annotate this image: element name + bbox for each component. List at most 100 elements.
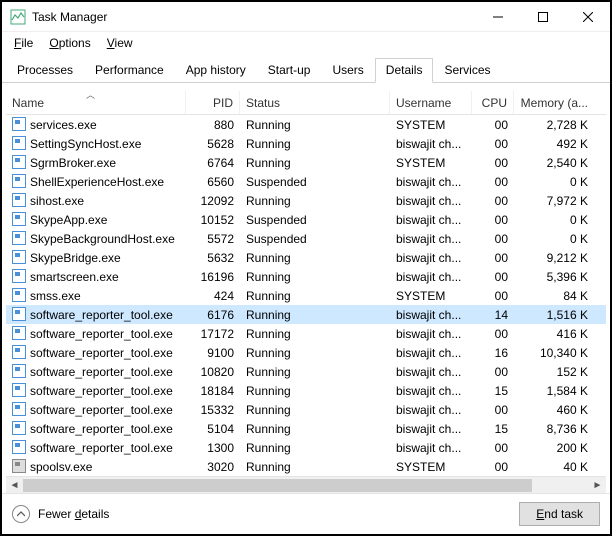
process-memory: 460 K <box>514 403 594 417</box>
process-cpu: 00 <box>472 365 514 379</box>
process-memory: 1,584 K <box>514 384 594 398</box>
process-user: biswajit ch... <box>390 232 472 246</box>
process-cpu: 00 <box>472 289 514 303</box>
table-row[interactable]: SkypeBridge.exe5632Runningbiswajit ch...… <box>6 248 606 267</box>
process-name: software_reporter_tool.exe <box>30 346 173 360</box>
process-user: biswajit ch... <box>390 384 472 398</box>
process-pid: 10820 <box>186 365 240 379</box>
process-user: biswajit ch... <box>390 422 472 436</box>
process-user: biswajit ch... <box>390 213 472 227</box>
fewer-details-icon[interactable] <box>12 505 30 523</box>
process-cpu: 15 <box>472 384 514 398</box>
table-row[interactable]: software_reporter_tool.exe10820Runningbi… <box>6 362 606 381</box>
process-icon <box>12 459 26 473</box>
col-cpu[interactable]: CPU <box>472 91 514 114</box>
process-status: Running <box>240 365 390 379</box>
fewer-details-link[interactable]: Fewer details <box>38 507 109 521</box>
process-memory: 2,540 K <box>514 156 594 170</box>
process-memory: 0 K <box>514 232 594 246</box>
process-user: SYSTEM <box>390 460 472 474</box>
process-name: SkypeApp.exe <box>30 213 107 227</box>
table-row[interactable]: SettingSyncHost.exe5628Runningbiswajit c… <box>6 134 606 153</box>
table-row[interactable]: SgrmBroker.exe6764RunningSYSTEM002,540 K <box>6 153 606 172</box>
menubar: File Options View <box>2 32 610 54</box>
table-row[interactable]: ShellExperienceHost.exe6560Suspendedbisw… <box>6 172 606 191</box>
table-row[interactable]: smartscreen.exe16196Runningbiswajit ch..… <box>6 267 606 286</box>
table-row[interactable]: software_reporter_tool.exe17172Runningbi… <box>6 324 606 343</box>
table-row[interactable]: smss.exe424RunningSYSTEM0084 K <box>6 286 606 305</box>
table-row[interactable]: SkypeApp.exe 10152Suspendedbiswajit ch...… <box>6 210 606 229</box>
maximize-button[interactable] <box>520 2 565 32</box>
menu-options[interactable]: Options <box>43 34 96 52</box>
table-row[interactable]: software_reporter_tool.exe15332Runningbi… <box>6 400 606 419</box>
process-name: software_reporter_tool.exe <box>30 403 173 417</box>
process-user: biswajit ch... <box>390 175 472 189</box>
process-icon <box>12 155 26 169</box>
process-memory: 0 K <box>514 213 594 227</box>
process-pid: 16196 <box>186 270 240 284</box>
tab-details[interactable]: Details <box>375 58 434 83</box>
process-memory: 0 K <box>514 175 594 189</box>
tab-app-history[interactable]: App history <box>175 58 257 82</box>
table-row[interactable]: sihost.exe12092Runningbiswajit ch...007,… <box>6 191 606 210</box>
process-memory: 5,396 K <box>514 270 594 284</box>
horizontal-scrollbar[interactable]: ◄ ► <box>6 476 606 493</box>
table-row[interactable]: spoolsv.exe3020RunningSYSTEM0040 K <box>6 457 606 476</box>
process-status: Running <box>240 346 390 360</box>
process-status: Suspended <box>240 175 390 189</box>
tab-services[interactable]: Services <box>433 58 501 82</box>
process-icon <box>12 345 26 359</box>
process-cpu: 00 <box>472 137 514 151</box>
process-cpu: 00 <box>472 175 514 189</box>
process-icon <box>12 193 26 207</box>
scroll-right-icon[interactable]: ► <box>589 477 606 494</box>
process-icon <box>12 307 26 321</box>
process-name: SkypeBackgroundHost.exe <box>30 232 175 246</box>
end-task-button[interactable]: End task <box>519 502 600 526</box>
process-pid: 6560 <box>186 175 240 189</box>
process-pid: 10152 <box>186 213 240 227</box>
menu-view[interactable]: View <box>101 34 139 52</box>
process-memory: 416 K <box>514 327 594 341</box>
footer: Fewer details End task <box>2 493 610 534</box>
table-row[interactable]: services.exe880RunningSYSTEM002,728 K <box>6 115 606 134</box>
process-user: biswajit ch... <box>390 137 472 151</box>
table-row[interactable]: software_reporter_tool.exe6176Runningbis… <box>6 305 606 324</box>
table-row[interactable]: software_reporter_tool.exe1300Runningbis… <box>6 438 606 457</box>
tab-performance[interactable]: Performance <box>84 58 175 82</box>
process-cpu: 00 <box>472 441 514 455</box>
process-icon <box>12 383 26 397</box>
process-name: smss.exe <box>30 289 81 303</box>
process-user: biswajit ch... <box>390 327 472 341</box>
tab-users[interactable]: Users <box>321 58 374 82</box>
close-button[interactable] <box>565 2 610 32</box>
process-icon <box>12 288 26 302</box>
col-name[interactable]: Name ︿ <box>6 91 186 114</box>
table-row[interactable]: software_reporter_tool.exe9100Runningbis… <box>6 343 606 362</box>
scroll-left-icon[interactable]: ◄ <box>6 477 23 494</box>
process-status: Running <box>240 308 390 322</box>
minimize-button[interactable] <box>475 2 520 32</box>
col-status[interactable]: Status <box>240 91 390 114</box>
process-status: Running <box>240 137 390 151</box>
process-pid: 880 <box>186 118 240 132</box>
process-user: biswajit ch... <box>390 403 472 417</box>
process-status: Suspended <box>240 213 390 227</box>
menu-file[interactable]: File <box>8 34 39 52</box>
tab-startup[interactable]: Start-up <box>257 58 322 82</box>
table-row[interactable]: SkypeBackgroundHost.exe5572Suspendedbisw… <box>6 229 606 248</box>
process-cpu: 00 <box>472 232 514 246</box>
process-memory: 8,736 K <box>514 422 594 436</box>
scroll-track[interactable] <box>23 477 589 493</box>
process-cpu: 15 <box>472 422 514 436</box>
col-username[interactable]: Username <box>390 91 472 114</box>
col-pid[interactable]: PID <box>186 91 240 114</box>
table-row[interactable]: software_reporter_tool.exe5104Runningbis… <box>6 419 606 438</box>
table-row[interactable]: software_reporter_tool.exe18184Runningbi… <box>6 381 606 400</box>
col-memory[interactable]: Memory (a... <box>514 91 594 114</box>
process-icon <box>12 269 26 283</box>
tab-processes[interactable]: Processes <box>6 58 84 82</box>
scroll-thumb[interactable] <box>23 479 532 492</box>
process-user: biswajit ch... <box>390 308 472 322</box>
process-icon <box>12 250 26 264</box>
